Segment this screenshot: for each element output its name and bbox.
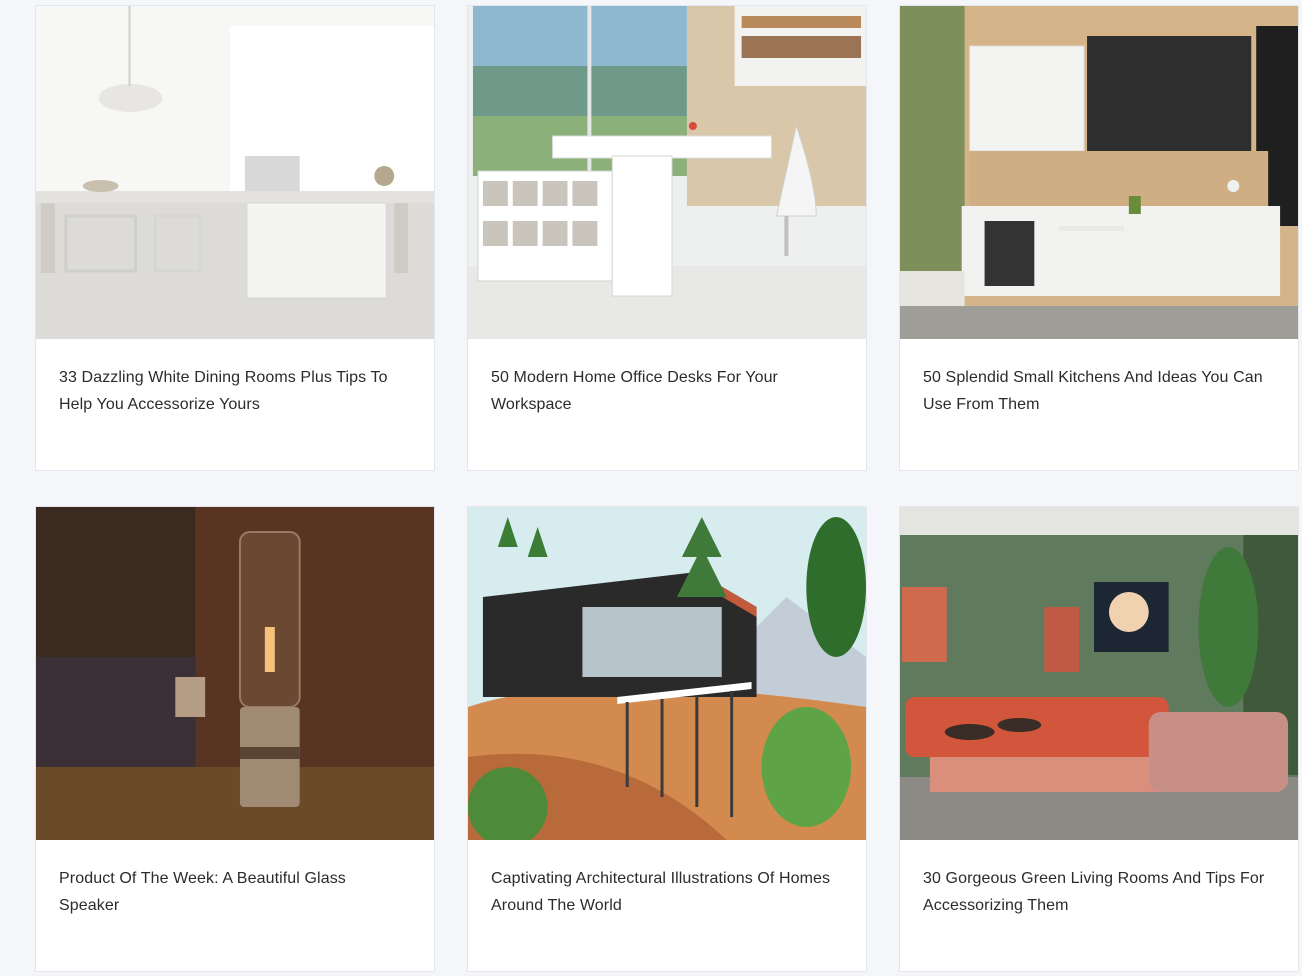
article-title[interactable]: 33 Dazzling White Dining Rooms Plus Tips…: [59, 364, 404, 418]
article-title[interactable]: 50 Modern Home Office Desks For Your Wor…: [491, 364, 836, 418]
article-card-green-living-rooms[interactable]: 30 Gorgeous Green Living Rooms And Tips …: [899, 506, 1299, 972]
article-thumbnail[interactable]: [900, 507, 1298, 840]
article-card-architectural-illustrations[interactable]: Captivating Architectural Illustrations …: [467, 506, 867, 972]
article-title[interactable]: 50 Splendid Small Kitchens And Ideas You…: [923, 364, 1268, 418]
article-thumbnail[interactable]: [468, 6, 866, 339]
article-thumbnail[interactable]: [36, 6, 434, 339]
article-card-small-kitchens[interactable]: 50 Splendid Small Kitchens And Ideas You…: [899, 5, 1299, 471]
article-card-home-office-desks[interactable]: 50 Modern Home Office Desks For Your Wor…: [467, 5, 867, 471]
article-card-glass-speaker[interactable]: Product Of The Week: A Beautiful Glass S…: [35, 506, 435, 972]
article-thumbnail[interactable]: [468, 507, 866, 840]
article-card-white-dining-rooms[interactable]: 33 Dazzling White Dining Rooms Plus Tips…: [35, 5, 435, 471]
article-title[interactable]: Captivating Architectural Illustrations …: [491, 865, 836, 919]
article-thumbnail[interactable]: [900, 6, 1298, 339]
article-thumbnail[interactable]: [36, 507, 434, 840]
article-title[interactable]: Product Of The Week: A Beautiful Glass S…: [59, 865, 404, 919]
article-title[interactable]: 30 Gorgeous Green Living Rooms And Tips …: [923, 865, 1268, 919]
